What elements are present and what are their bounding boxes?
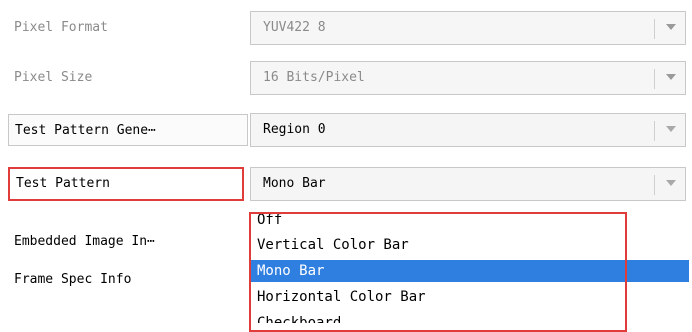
test-pattern-generator-select[interactable]: Region 0 bbox=[250, 113, 686, 147]
test-pattern-generator-value: Region 0 bbox=[263, 122, 326, 137]
dropdown-option-horizontal-color-bar[interactable]: Horizontal Color Bar bbox=[249, 286, 689, 308]
chevron-down-icon[interactable] bbox=[666, 126, 676, 132]
pixel-format-select: YUV422 8 bbox=[250, 11, 686, 45]
pixel-size-value: 16 Bits/Pixel bbox=[263, 70, 365, 85]
test-pattern-select[interactable]: Mono Bar bbox=[250, 167, 686, 201]
dropdown-option-vertical-color-bar[interactable]: Vertical Color Bar bbox=[249, 234, 689, 256]
dropdown-option-off[interactable]: Off bbox=[249, 213, 689, 231]
test-pattern-generator-label: Test Pattern Gene⋯ bbox=[8, 114, 248, 146]
dropdown-option-mono-bar[interactable]: Mono Bar bbox=[249, 260, 689, 282]
combo-separator bbox=[654, 69, 655, 89]
test-pattern-dropdown-list[interactable]: Off Vertical Color Bar Mono Bar Horizont… bbox=[249, 213, 689, 323]
chevron-down-icon[interactable] bbox=[666, 180, 676, 186]
pixel-size-label: Pixel Size bbox=[14, 70, 93, 85]
dropdown-option-checkboard[interactable]: Checkboard bbox=[249, 312, 689, 323]
pixel-format-value: YUV422 8 bbox=[263, 20, 326, 35]
embedded-image-info-label: Embedded Image In⋯ bbox=[14, 234, 155, 249]
pixel-size-select: 16 Bits/Pixel bbox=[250, 61, 686, 95]
pixel-format-label: Pixel Format bbox=[14, 20, 108, 35]
chevron-down-icon bbox=[666, 74, 676, 80]
test-pattern-label: Test Pattern bbox=[8, 167, 244, 201]
chevron-down-icon bbox=[666, 24, 676, 30]
combo-separator bbox=[654, 121, 655, 141]
combo-separator bbox=[654, 175, 655, 195]
test-pattern-value: Mono Bar bbox=[263, 176, 326, 191]
frame-spec-info-label: Frame Spec Info bbox=[14, 272, 132, 287]
combo-separator bbox=[654, 19, 655, 39]
